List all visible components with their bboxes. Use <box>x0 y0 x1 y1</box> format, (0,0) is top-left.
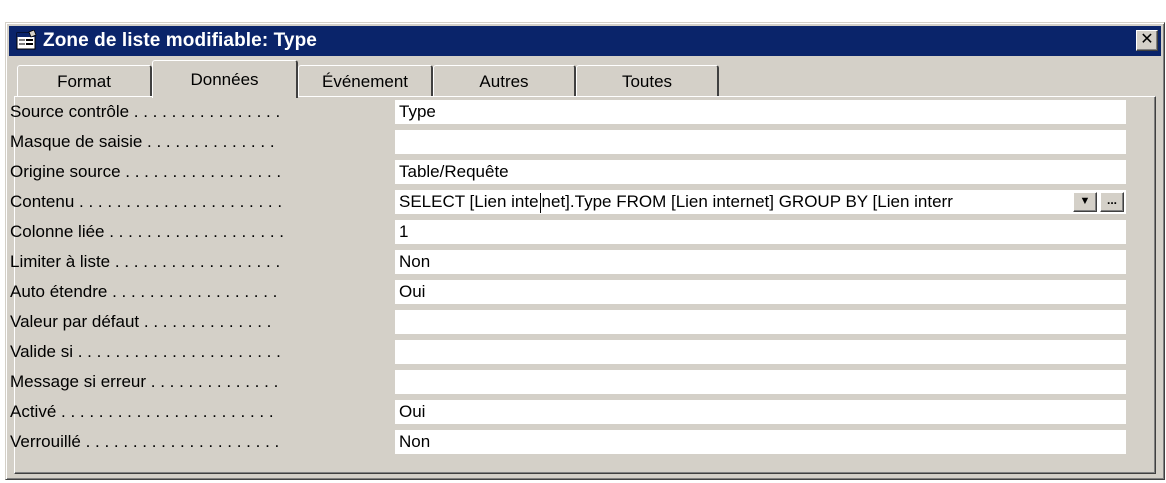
tab-format[interactable]: Format <box>17 65 152 97</box>
property-label: Colonne liée . . . . . . . . . . . . . .… <box>10 222 284 241</box>
property-row-contenu: Contenu . . . . . . . . . . . . . . . . … <box>10 190 1126 214</box>
tab-evenement[interactable]: Événement <box>298 65 433 97</box>
build-button[interactable]: ... <box>1100 192 1124 212</box>
tab-donnees[interactable]: Données <box>152 60 298 98</box>
property-row-message-si-erreur: Message si erreur . . . . . . . . . . . … <box>10 370 1126 394</box>
close-icon: ✕ <box>1140 31 1154 48</box>
ellipsis-icon: ... <box>1106 193 1117 207</box>
property-value-field[interactable] <box>395 130 1126 154</box>
property-value-field[interactable]: Type <box>395 100 1126 124</box>
property-value-field[interactable]: 1 <box>395 220 1126 244</box>
property-grid: Source contrôle . . . . . . . . . . . . … <box>10 100 1126 460</box>
property-value-field[interactable]: Non <box>395 250 1126 274</box>
text-caret <box>539 192 541 213</box>
property-row-origine-source: Origine source . . . . . . . . . . . . .… <box>10 160 1126 184</box>
property-row-valide-si: Valide si . . . . . . . . . . . . . . . … <box>10 340 1126 364</box>
property-row-colonne-liee: Colonne liée . . . . . . . . . . . . . .… <box>10 220 1126 244</box>
property-row-verrouille: Verrouillé . . . . . . . . . . . . . . .… <box>10 430 1126 454</box>
property-label: Source contrôle . . . . . . . . . . . . … <box>10 102 281 121</box>
tab-toutes[interactable]: Toutes <box>576 65 719 97</box>
property-row-masque-de-saisie: Masque de saisie . . . . . . . . . . . .… <box>10 130 1126 154</box>
tab-strip: Format Données Événement Autres Toutes <box>14 59 1154 98</box>
window-title: Zone de liste modifiable: Type <box>43 30 317 51</box>
title-bar[interactable]: Zone de liste modifiable: Type ✕ <box>9 26 1161 56</box>
tab-autres[interactable]: Autres <box>433 65 576 97</box>
chevron-down-icon: ▼ <box>1079 195 1091 207</box>
property-label: Auto étendre . . . . . . . . . . . . . .… <box>10 282 278 301</box>
property-label: Valide si . . . . . . . . . . . . . . . … <box>10 342 281 361</box>
property-value-field[interactable]: Oui <box>395 400 1126 424</box>
property-value-field[interactable]: Non <box>395 430 1126 454</box>
property-label: Contenu . . . . . . . . . . . . . . . . … <box>10 192 283 211</box>
property-label: Masque de saisie . . . . . . . . . . . .… <box>10 132 275 151</box>
property-label: Origine source . . . . . . . . . . . . .… <box>10 162 282 181</box>
property-value-field[interactable]: Table/Requête <box>395 160 1126 184</box>
tab-label: Toutes <box>621 71 673 91</box>
property-value-field[interactable]: Oui <box>395 280 1126 304</box>
property-label: Limiter à liste . . . . . . . . . . . . … <box>10 252 281 271</box>
dropdown-button[interactable]: ▼ <box>1073 192 1097 212</box>
query-text-before-caret: SELECT [Lien inte <box>399 192 539 211</box>
row-source-input[interactable]: SELECT [Lien inte net].Type FROM [Lien in… <box>395 190 1126 214</box>
property-value-field[interactable] <box>395 310 1126 334</box>
property-row-limiter-a-liste: Limiter à liste . . . . . . . . . . . . … <box>10 250 1126 274</box>
property-value-field[interactable] <box>395 370 1126 394</box>
tab-label: Événement <box>322 71 408 91</box>
property-row-valeur-par-defaut: Valeur par défaut . . . . . . . . . . . … <box>10 310 1126 334</box>
property-row-active: Activé . . . . . . . . . . . . . . . . .… <box>10 400 1126 424</box>
property-row-source-controle: Source contrôle . . . . . . . . . . . . … <box>10 100 1126 124</box>
property-value-field[interactable] <box>395 340 1126 364</box>
tab-label: Autres <box>479 71 529 91</box>
close-button[interactable]: ✕ <box>1136 30 1158 51</box>
property-sheet-icon <box>15 29 37 52</box>
property-label: Verrouillé . . . . . . . . . . . . . . .… <box>10 432 280 451</box>
property-label: Activé . . . . . . . . . . . . . . . . .… <box>10 402 274 421</box>
property-row-auto-etendre: Auto étendre . . . . . . . . . . . . . .… <box>10 280 1126 304</box>
tab-label: Données <box>190 69 259 89</box>
property-label: Message si erreur . . . . . . . . . . . … <box>10 372 279 391</box>
property-label: Valeur par défaut . . . . . . . . . . . … <box>10 312 272 331</box>
tab-label: Format <box>57 71 111 91</box>
query-text-after-caret: net].Type FROM [Lien internet] GROUP BY … <box>541 192 953 211</box>
